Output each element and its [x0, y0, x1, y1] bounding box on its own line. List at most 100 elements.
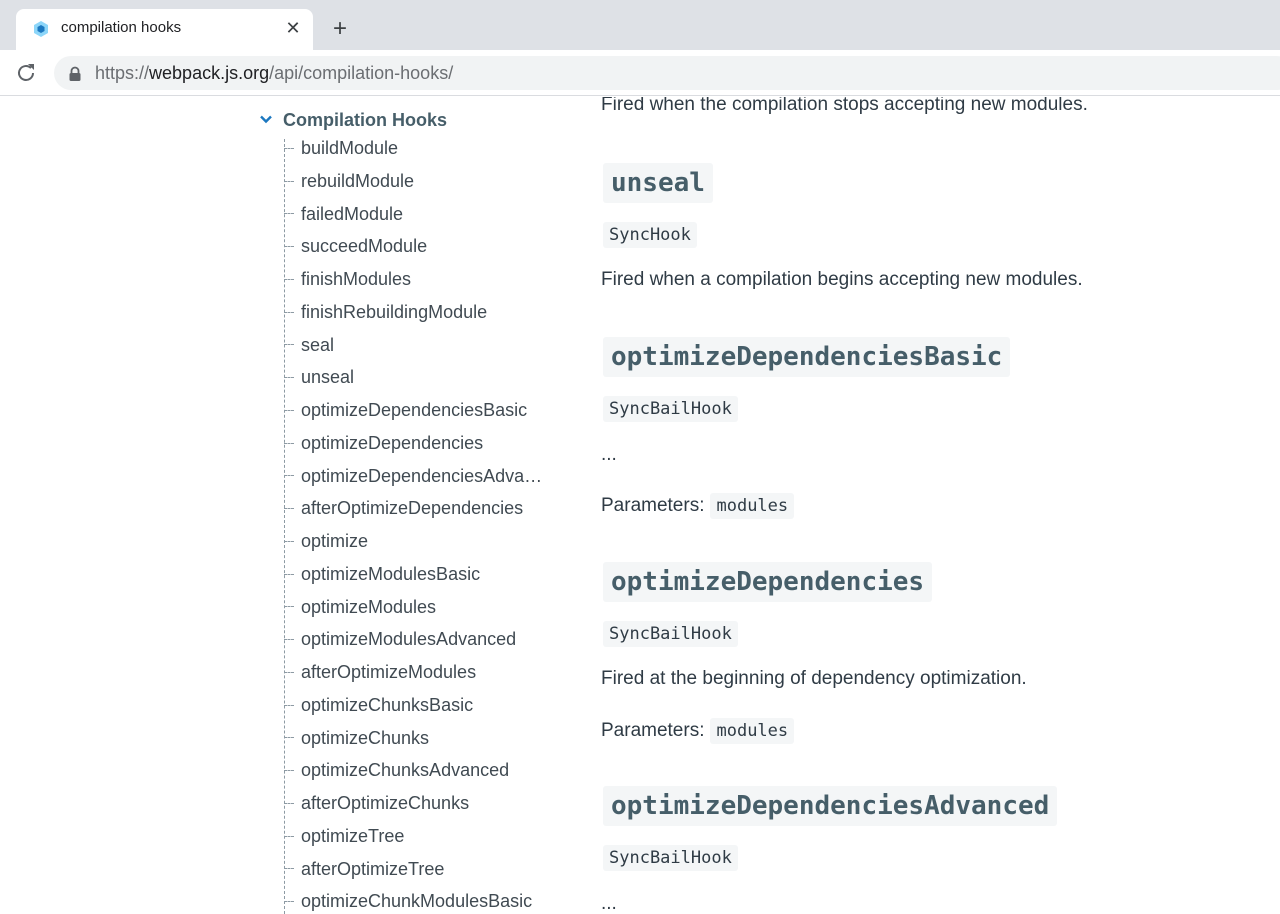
sidebar-item[interactable]: optimizeModulesAdvanced	[284, 629, 544, 653]
sidebar-item[interactable]: optimizeModulesBasic	[284, 564, 544, 588]
parameter-value: modules	[710, 493, 795, 519]
tree-connector	[284, 344, 294, 346]
sidebar-item-label: failedModule	[301, 203, 404, 224]
sidebar-item[interactable]: buildModule	[284, 138, 544, 162]
sidebar-item-label: unseal	[301, 367, 355, 388]
sidebar-item[interactable]: afterOptimizeDependencies	[284, 498, 544, 522]
sidebar-item-label: optimizeDependenciesBasic	[301, 400, 528, 420]
tree-connector	[284, 147, 294, 149]
tree-connector	[284, 311, 294, 313]
sidebar-item-label: optimizeDependencies	[301, 432, 484, 453]
tree-connector	[284, 770, 294, 771]
sidebar-item-label: afterOptimizeChunks	[301, 793, 470, 813]
tree-connector	[284, 573, 294, 575]
tree-connector	[284, 704, 294, 706]
sidebar-item-label: optimizeChunksAdvanced	[301, 760, 510, 781]
tree-connector	[284, 377, 294, 378]
sidebar-item[interactable]: optimizeDependenciesBasic	[284, 400, 544, 424]
hook-type: SyncHook	[603, 222, 697, 248]
hook-parameters: Parameters: modules	[601, 493, 795, 519]
hook-type: SyncBailHook	[603, 396, 738, 422]
sidebar-item-label: optimizeModulesBasic	[301, 563, 481, 584]
hook-description: ...	[601, 444, 617, 465]
sidebar-item-label: afterOptimizeModules	[301, 662, 477, 682]
sidebar-item[interactable]: optimizeChunks	[284, 728, 544, 752]
sidebar-item[interactable]: optimizeTree	[284, 826, 544, 850]
main-content: Fired when the compilation stops accepti…	[600, 97, 1280, 914]
sidebar-item-label: succeedModule	[301, 236, 428, 257]
parameters-label: Parameters:	[601, 495, 705, 516]
sidebar-item-label: finishRebuildingModule	[301, 301, 488, 322]
tree-connector	[284, 508, 294, 509]
close-tab-icon[interactable]: ✕	[283, 16, 303, 40]
tree-connector	[284, 835, 294, 837]
hook-description: ...	[601, 893, 617, 914]
hook-parameters: Parameters: modules	[601, 718, 795, 744]
url-scheme: https://	[95, 63, 150, 83]
sidebar-item[interactable]: afterOptimizeModules	[284, 662, 544, 686]
sidebar-item[interactable]: seal	[284, 335, 544, 359]
sidebar-item-label: optimizeChunksBasic	[301, 694, 474, 715]
tree-connector	[284, 901, 294, 902]
sidebar-item-label: optimizeChunks	[301, 727, 430, 748]
tree-connector	[284, 213, 294, 215]
sidebar-item[interactable]: afterOptimizeTree	[284, 859, 544, 883]
tree-connector	[284, 278, 294, 280]
tab-title: compilation hooks	[61, 19, 182, 36]
sidebar-item[interactable]: optimizeDependenciesAdvanced	[284, 466, 544, 490]
tree-connector	[284, 246, 294, 247]
chevron-down-icon[interactable]	[259, 112, 273, 126]
tab-strip: compilation hooks ✕ +	[0, 0, 1280, 50]
sidebar-item[interactable]: optimizeDependencies	[284, 433, 544, 457]
sidebar-item-label: seal	[301, 334, 335, 355]
tree-connector	[284, 475, 294, 477]
lock-icon[interactable]	[68, 66, 82, 82]
sidebar-item-label: finishModules	[301, 269, 412, 289]
hook-heading-optimize-dependencies-basic: optimizeDependenciesBasic	[603, 337, 1011, 377]
tree-connector	[284, 409, 294, 411]
sidebar-item-label: buildModule	[301, 138, 399, 158]
tree-connector	[284, 442, 294, 444]
tree-connector	[284, 802, 294, 804]
sidebar-item[interactable]: rebuildModule	[284, 171, 544, 195]
sidebar-item-label: rebuildModule	[301, 170, 415, 191]
hook-description: Fired at the beginning of dependency opt…	[601, 668, 1027, 689]
hook-type: SyncBailHook	[603, 621, 738, 647]
tree-connector	[284, 639, 294, 640]
sidebar-item-label: optimizeDependenciesAdvanced	[301, 465, 544, 486]
sidebar-item[interactable]: optimizeChunksAdvanced	[284, 760, 544, 784]
parameter-value: modules	[710, 718, 795, 744]
intro-paragraph: Fired when the compilation stops accepti…	[601, 97, 1088, 115]
sidebar-item[interactable]: succeedModule	[284, 236, 544, 260]
hook-heading-optimize-dependencies: optimizeDependencies	[603, 562, 933, 602]
sidebar-item[interactable]: finishModules	[284, 269, 544, 293]
parameters-label: Parameters:	[601, 720, 705, 741]
sidebar-nav: Compilation Hooks buildModule rebuildModu…	[0, 97, 560, 914]
sidebar-item[interactable]: optimize	[284, 531, 544, 555]
sidebar-item[interactable]: unseal	[284, 367, 544, 391]
sidebar-section-title[interactable]: Compilation Hooks	[283, 110, 447, 131]
sidebar-item-label: optimizeTree	[301, 825, 405, 846]
sidebar-item-label: afterOptimizeDependencies	[301, 498, 524, 519]
tree-connector	[284, 868, 294, 870]
reload-icon[interactable]	[14, 61, 38, 85]
url-text[interactable]: https://webpack.js.org/api/compilation-h…	[95, 63, 453, 84]
url-host: webpack.js.org	[149, 63, 270, 83]
tree-connector	[284, 737, 294, 739]
sidebar-item-label: optimizeChunkModulesBasic	[301, 891, 533, 912]
hook-description: Fired when a compilation begins acceptin…	[601, 269, 1083, 290]
sidebar-item[interactable]: finishRebuildingModule	[284, 302, 544, 326]
sidebar-item-label: optimize	[301, 531, 369, 551]
hook-heading-optimize-dependencies-advanced: optimizeDependenciesAdvanced	[603, 786, 1058, 826]
new-tab-button[interactable]: +	[327, 16, 353, 42]
sidebar-item[interactable]: optimizeChunksBasic	[284, 695, 544, 719]
sidebar-item-label: optimizeModulesAdvanced	[301, 629, 517, 650]
sidebar-item[interactable]: optimizeChunkModulesBasic	[284, 891, 544, 914]
sidebar-item[interactable]: afterOptimizeChunks	[284, 793, 544, 817]
tree-connector	[284, 606, 294, 608]
url-path: /api/compilation-hooks/	[269, 63, 454, 83]
sidebar-item[interactable]: failedModule	[284, 204, 544, 228]
hook-heading-unseal: unseal	[603, 163, 713, 203]
sidebar-item[interactable]: optimizeModules	[284, 597, 544, 621]
webpack-cube-icon	[34, 21, 48, 37]
